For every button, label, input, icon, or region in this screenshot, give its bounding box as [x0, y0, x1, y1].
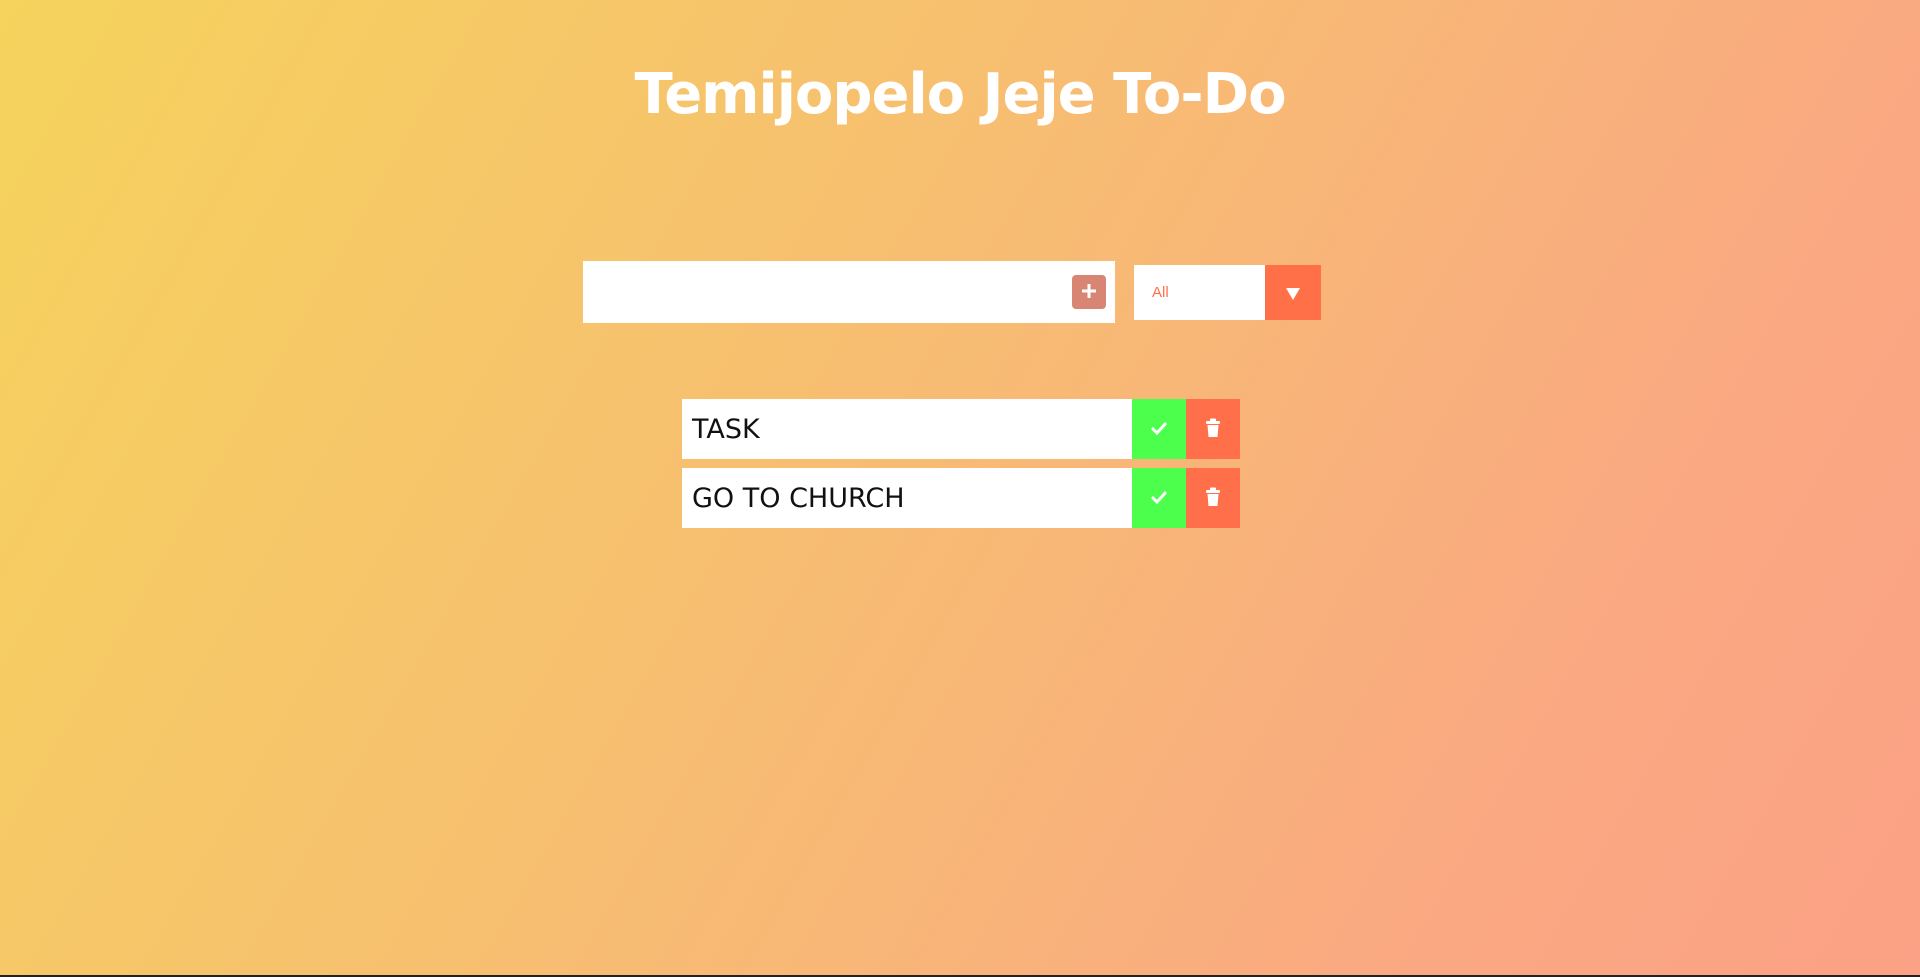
todo-form: All [583, 261, 1321, 323]
triangle-down-icon [1285, 286, 1301, 305]
todo-input-wrapper [583, 261, 1115, 323]
todo-text: TASK [692, 413, 760, 445]
trash-icon [1205, 487, 1221, 510]
todo-item: TASK [682, 399, 1240, 459]
filter-dropdown-button[interactable] [1265, 265, 1321, 320]
delete-button[interactable] [1186, 399, 1240, 459]
check-icon [1150, 421, 1168, 438]
filter-selected-value: All [1152, 284, 1169, 301]
todo-item: GO TO CHURCH [682, 468, 1240, 528]
todo-text: GO TO CHURCH [692, 482, 905, 514]
trash-icon [1205, 418, 1221, 441]
complete-button[interactable] [1132, 399, 1186, 459]
page-header: Temijopelo Jeje To-Do [0, 62, 1920, 127]
todo-list: TASK GO TO CHURCH [682, 399, 1240, 537]
add-todo-button[interactable] [1072, 275, 1106, 309]
complete-button[interactable] [1132, 468, 1186, 528]
todo-input[interactable] [583, 261, 1072, 323]
delete-button[interactable] [1186, 468, 1240, 528]
check-icon [1150, 490, 1168, 507]
page-title: Temijopelo Jeje To-Do [634, 62, 1286, 127]
plus-square-icon [1080, 282, 1098, 303]
filter-select[interactable]: All [1134, 265, 1321, 320]
